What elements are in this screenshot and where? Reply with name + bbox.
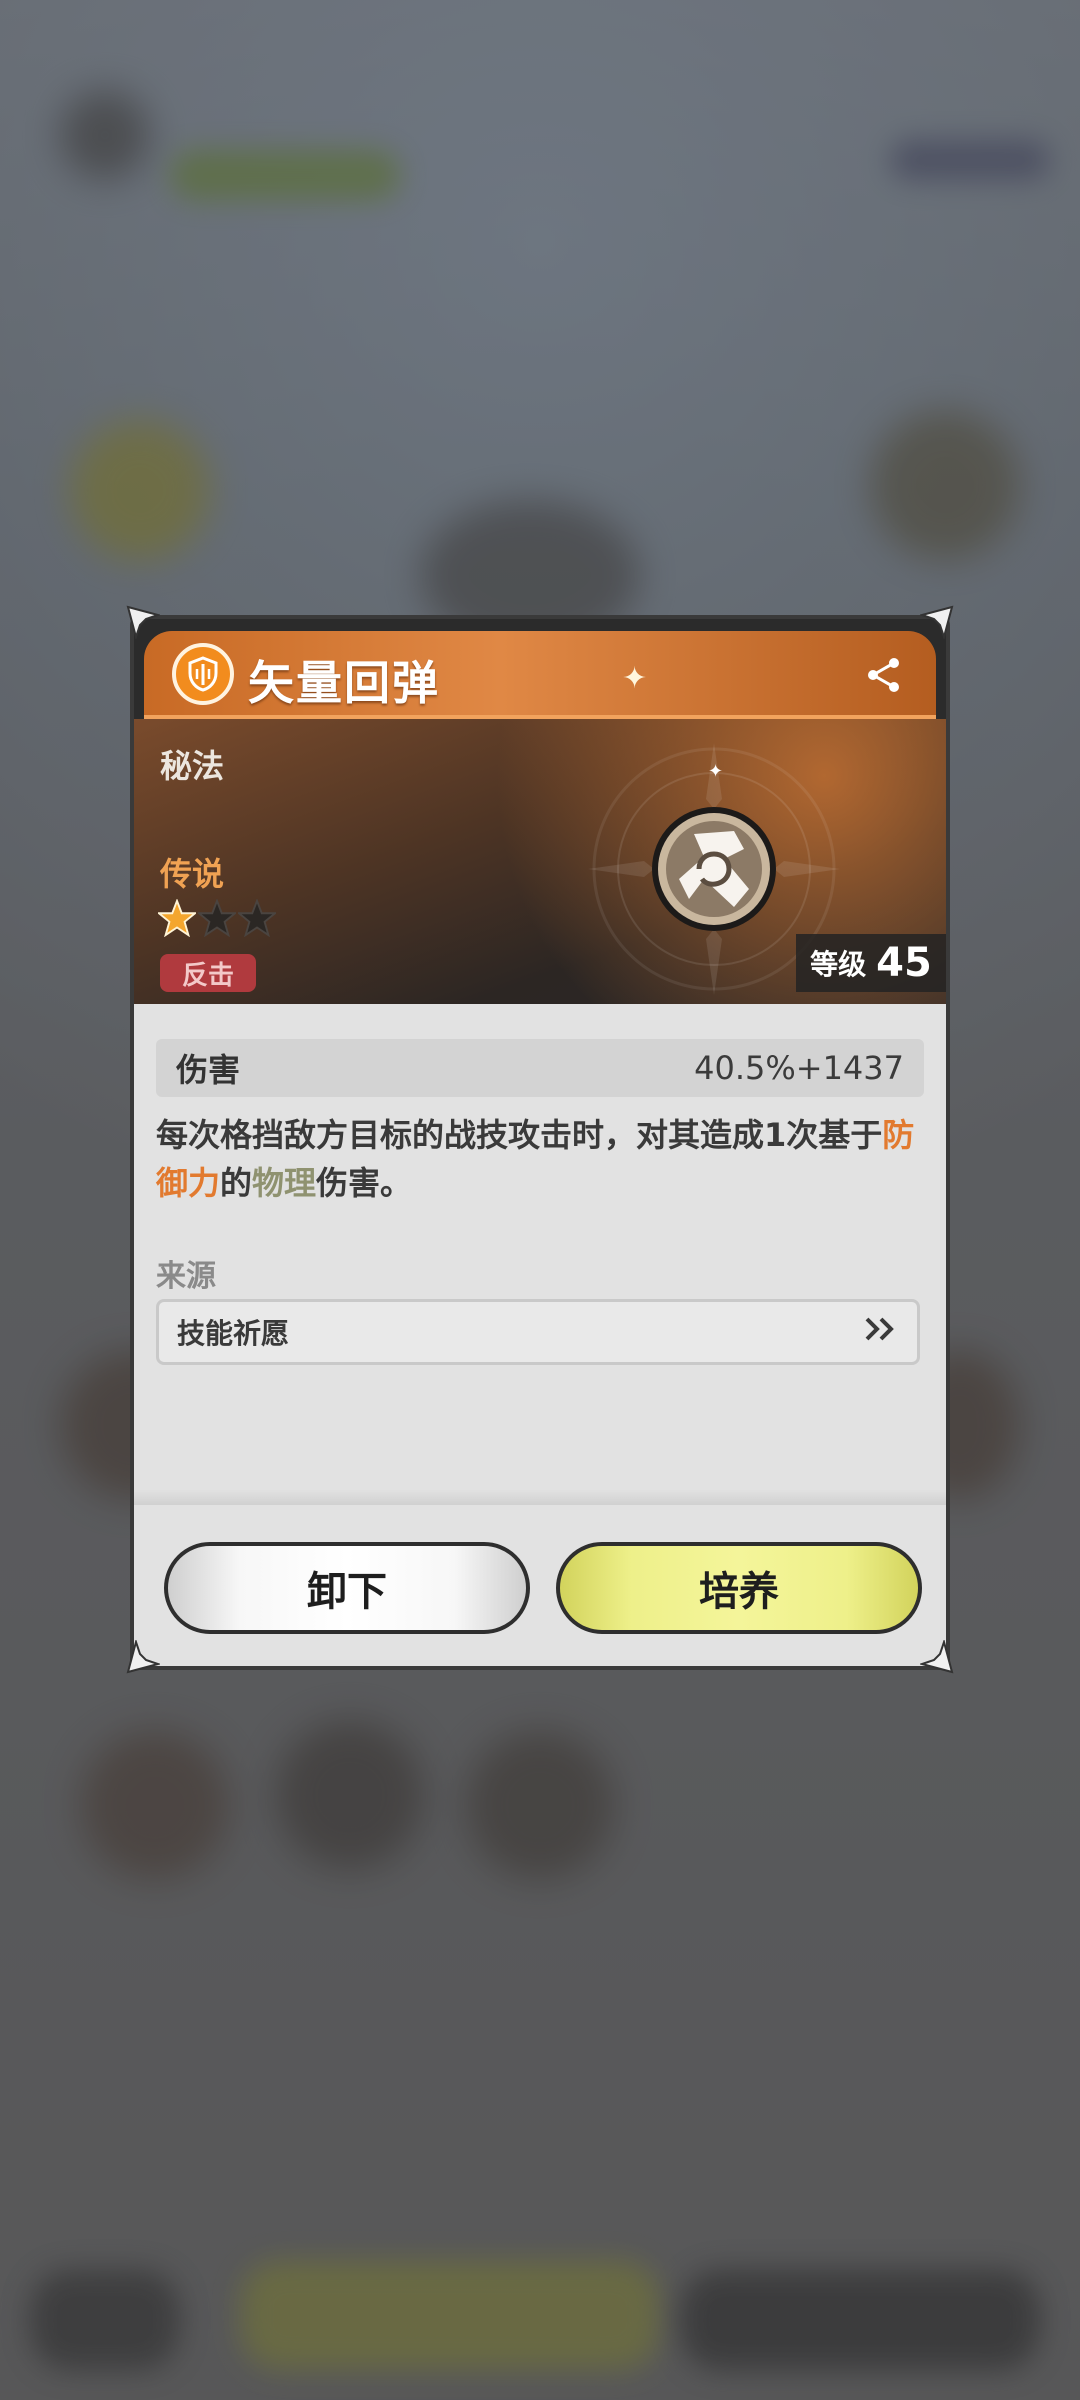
share-icon (868, 658, 899, 692)
shield-emblem-icon (172, 643, 234, 705)
level-display: 等级 45 (796, 934, 946, 992)
description-highlight-physical: 物理 (252, 1164, 317, 1202)
source-link-skill-wish[interactable]: 技能祈愿 (156, 1299, 920, 1365)
unequip-button[interactable]: 卸下 (164, 1542, 530, 1634)
sparkle-icon: ✦ (622, 661, 648, 696)
stat-name: 伤害 (176, 1051, 241, 1089)
source-label: 来源 (156, 1259, 216, 1294)
corner-ornament (920, 605, 954, 639)
share-button[interactable] (862, 653, 906, 697)
corner-ornament (126, 605, 160, 639)
description-text: 每次格挡敌方目标的战技攻击时，对其造成1次基于 (156, 1116, 883, 1154)
source-item-label: 技能祈愿 (177, 1317, 290, 1350)
svg-text:✦: ✦ (708, 761, 723, 782)
title-bar: 矢量回弹 ✦ (134, 619, 946, 721)
level-label: 等级 (810, 948, 867, 981)
item-hero-panel: 秘法 传说 反击 ✦ 等级 45 (134, 719, 946, 1004)
upgrade-button[interactable]: 培养 (556, 1542, 922, 1634)
item-detail-dialog: 矢量回弹 ✦ 秘法 传说 反击 ✦ 等级 45 伤害 40.5%+1437 每次… (130, 615, 950, 1670)
corner-ornament (126, 1640, 160, 1674)
item-description: 每次格挡敌方目标的战技攻击时，对其造成1次基于防御力的物理伤害。 (156, 1111, 924, 1207)
stat-value: 40.5%+1437 (694, 1049, 904, 1087)
item-rarity: 传说 (160, 855, 225, 893)
star-icon (198, 899, 236, 937)
corner-ornament (920, 1640, 954, 1674)
level-value: 45 (876, 940, 932, 986)
description-text: 伤害。 (316, 1164, 413, 1202)
star-rating (158, 899, 276, 937)
item-tag: 反击 (160, 954, 256, 992)
title-banner: 矢量回弹 ✦ (144, 631, 936, 721)
item-category: 秘法 (160, 747, 225, 785)
stat-row: 伤害 40.5%+1437 (156, 1039, 924, 1097)
double-chevron-right-icon (863, 1312, 899, 1352)
item-title: 矢量回弹 (248, 656, 440, 710)
star-icon (158, 899, 196, 937)
section-divider (134, 1489, 946, 1505)
description-text: 的 (220, 1164, 253, 1202)
star-icon (238, 899, 276, 937)
